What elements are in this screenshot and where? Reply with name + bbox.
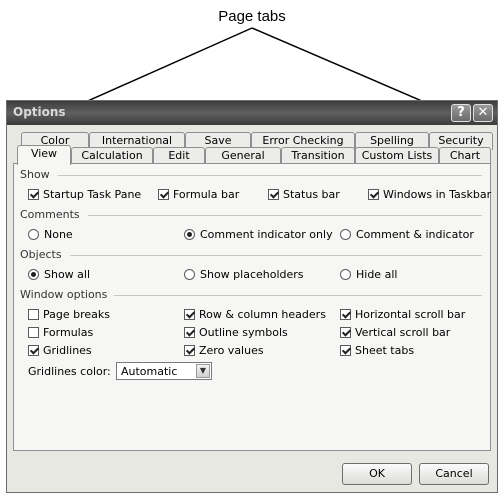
- option-label: Sheet tabs: [355, 344, 415, 357]
- formula-bar-checkbox[interactable]: Formula bar: [158, 188, 239, 202]
- sheet-tabs-checkbox[interactable]: Sheet tabs: [340, 344, 414, 358]
- objects-section-label: Objects: [20, 248, 62, 261]
- checkbox-icon: [28, 327, 39, 338]
- radio-icon: [340, 269, 351, 280]
- option-label: Gridlines: [43, 344, 92, 357]
- comments-section-label: Comments: [20, 208, 80, 221]
- dialog-title: Options: [13, 105, 66, 119]
- status-bar-checkbox[interactable]: Status bar: [268, 188, 340, 202]
- option-label: Outline symbols: [199, 326, 288, 339]
- window-options-section-label: Window options: [20, 288, 108, 301]
- option-label: Status bar: [283, 188, 340, 201]
- option-label: Comment indicator only: [200, 228, 333, 241]
- radio-icon: [184, 229, 195, 240]
- radio-icon: [184, 269, 195, 280]
- comments-divider: [88, 215, 482, 216]
- option-label: Show all: [44, 268, 91, 281]
- comment-and-indicator-radio[interactable]: Comment & indicator: [340, 228, 474, 242]
- checkbox-icon: [340, 327, 351, 338]
- tab-view[interactable]: View: [17, 145, 71, 165]
- show-section-label: Show: [20, 168, 50, 181]
- hide-all-radio[interactable]: Hide all: [340, 268, 397, 282]
- comment-indicator-only-radio[interactable]: Comment indicator only: [184, 228, 333, 242]
- radio-icon: [28, 229, 39, 240]
- page-breaks-checkbox[interactable]: Page breaks: [28, 308, 110, 322]
- option-label: Vertical scroll bar: [355, 326, 451, 339]
- zero-values-checkbox[interactable]: Zero values: [184, 344, 264, 358]
- option-label: Windows in Taskbar: [383, 188, 492, 201]
- gridlines-checkbox[interactable]: Gridlines: [28, 344, 92, 358]
- row-column-headers-checkbox[interactable]: Row & column headers: [184, 308, 326, 322]
- horizontal-scroll-bar-checkbox[interactable]: Horizontal scroll bar: [340, 308, 465, 322]
- show-all-radio[interactable]: Show all: [28, 268, 90, 282]
- gridlines-color-select[interactable]: Automatic ▼: [116, 362, 212, 380]
- radio-icon: [28, 269, 39, 280]
- checkbox-icon: [368, 189, 379, 200]
- checkbox-icon: [28, 345, 39, 356]
- option-label: Hide all: [356, 268, 398, 281]
- option-label: None: [44, 228, 73, 241]
- outline-symbols-checkbox[interactable]: Outline symbols: [184, 326, 288, 340]
- cancel-button[interactable]: Cancel: [419, 463, 489, 485]
- option-label: Comment & indicator: [356, 228, 474, 241]
- chevron-down-icon[interactable]: ▼: [196, 364, 210, 378]
- checkbox-icon: [184, 345, 195, 356]
- formulas-checkbox[interactable]: Formulas: [28, 326, 93, 340]
- checkbox-icon: [28, 309, 39, 320]
- help-button[interactable]: ?: [451, 104, 471, 122]
- option-label: Startup Task Pane: [43, 188, 142, 201]
- option-label: Row & column headers: [199, 308, 326, 321]
- checkbox-icon: [158, 189, 169, 200]
- option-label: Page breaks: [43, 308, 110, 321]
- checkbox-icon: [184, 327, 195, 338]
- show-placeholders-radio[interactable]: Show placeholders: [184, 268, 304, 282]
- checkbox-icon: [184, 309, 195, 320]
- startup-task-pane-checkbox[interactable]: Startup Task Pane: [28, 188, 141, 202]
- window-options-divider: [114, 295, 482, 296]
- windows-in-taskbar-checkbox[interactable]: Windows in Taskbar: [368, 188, 491, 202]
- checkbox-icon: [340, 309, 351, 320]
- title-bar[interactable]: Options ? ✕: [7, 101, 497, 125]
- ok-button[interactable]: OK: [342, 463, 412, 485]
- option-label: Formula bar: [173, 188, 240, 201]
- objects-divider: [70, 255, 482, 256]
- option-label: Formulas: [43, 326, 94, 339]
- options-dialog: Options ? ✕ Color International Save Err…: [6, 100, 498, 493]
- show-divider: [58, 175, 482, 176]
- option-label: Zero values: [199, 344, 264, 357]
- checkbox-icon: [268, 189, 279, 200]
- option-label: Horizontal scroll bar: [355, 308, 466, 321]
- radio-icon: [340, 229, 351, 240]
- vertical-scroll-bar-checkbox[interactable]: Vertical scroll bar: [340, 326, 450, 340]
- option-label: Show placeholders: [200, 268, 304, 281]
- close-button[interactable]: ✕: [473, 104, 493, 122]
- comments-none-radio[interactable]: None: [28, 228, 73, 242]
- gridlines-color-label: Gridlines color:: [28, 365, 111, 378]
- checkbox-icon: [28, 189, 39, 200]
- checkbox-icon: [340, 345, 351, 356]
- view-tab-panel: Show Startup Task Pane Formula bar Statu…: [13, 163, 491, 451]
- gridlines-color-value: Automatic: [121, 365, 178, 378]
